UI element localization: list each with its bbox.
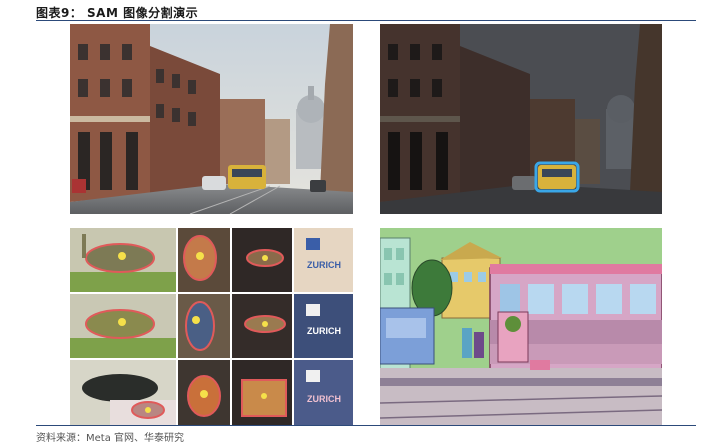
bottom-divider (36, 425, 696, 426)
tram-scene-full-segmentation (380, 228, 662, 425)
figure-title: 图表9： SAM 图像分割演示 (36, 6, 199, 20)
top-divider (36, 20, 696, 21)
sign-text-2: ZURICH (307, 326, 341, 336)
object-mask-grid: ZURICH ZURICH ZURICH (70, 228, 353, 425)
street-scene-tram-segmented (380, 24, 662, 214)
street-scene-original (70, 24, 353, 214)
sign-text-1: ZURICH (307, 260, 341, 270)
sign-text-3: ZURICH (307, 394, 341, 404)
figure-source: 资料来源：Meta 官网、华泰研究 (36, 433, 185, 444)
